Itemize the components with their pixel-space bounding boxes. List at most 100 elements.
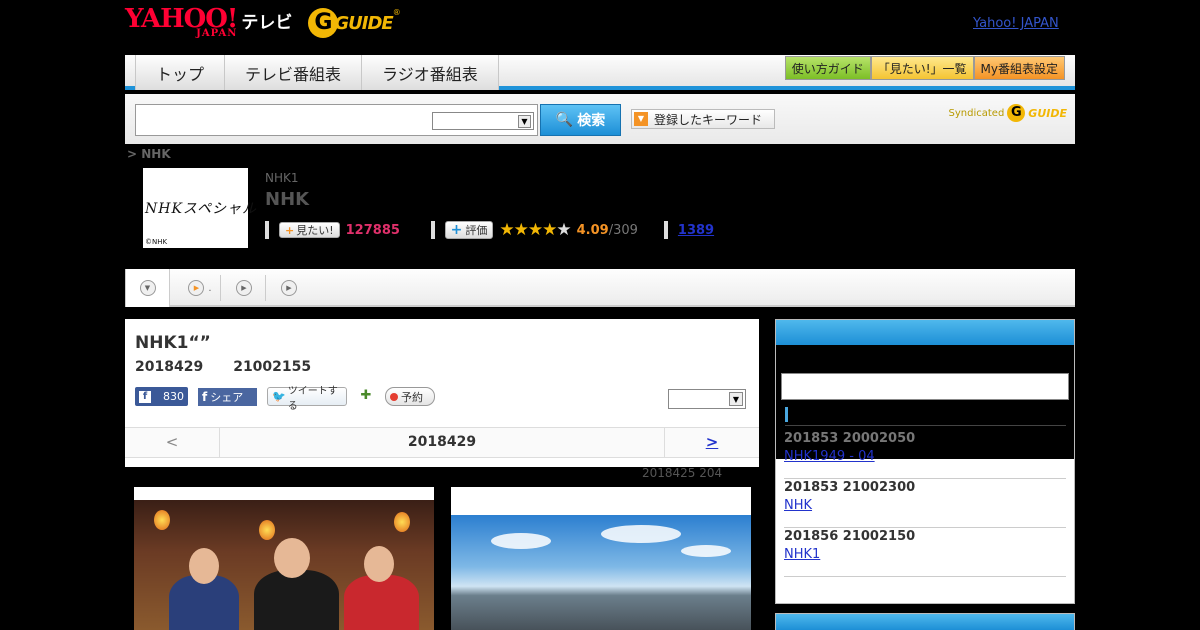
person-face (274, 538, 310, 578)
entry-link[interactable]: NHK1 (784, 547, 820, 562)
yahoo-japan-logo[interactable]: YAHOO! JAPAN (125, 6, 238, 39)
divider (265, 221, 269, 239)
rating-value: 4.09 (576, 222, 609, 238)
record-dot-icon (390, 392, 398, 401)
twitter-bird-icon: 🐦 (272, 390, 286, 403)
sidebar-header (776, 320, 1074, 345)
sidebar-second-header (775, 613, 1075, 630)
entry-link[interactable]: NHK1949 - 04 (784, 449, 875, 464)
entry-link[interactable]: NHK (784, 498, 812, 513)
rating-stars: ★★★★★ (499, 220, 571, 240)
mitai-button[interactable]: + 見たい! (279, 222, 340, 238)
arrow-down-icon: ▼ (634, 112, 648, 126)
search-category-select[interactable]: ▼ (432, 112, 534, 130)
search-icon: 🔍 (555, 112, 574, 128)
entry-date: 201856 21002150 (784, 529, 916, 544)
next-date-link[interactable]: > (706, 433, 719, 451)
cloud-shape (681, 545, 731, 557)
chevron-down-icon: ▼ (139, 280, 156, 296)
tab-tv-schedule[interactable]: テレビ番組表 (224, 55, 362, 90)
rate-button[interactable]: + 評価 (444, 221, 494, 239)
syndicated-text: Syndicated (948, 107, 1005, 119)
record-reserve-button[interactable]: 予約 (385, 387, 435, 406)
facebook-like-button[interactable]: f 830 (135, 387, 188, 406)
person-face (189, 548, 219, 584)
facebook-icon: f (202, 389, 208, 404)
divider (785, 425, 1066, 426)
facebook-share-button[interactable]: f シェア (198, 387, 257, 406)
tab-top[interactable]: トップ (135, 55, 225, 90)
subtab-overview[interactable]: ▼ (125, 269, 170, 307)
program-photo-city[interactable] (451, 487, 751, 630)
star-empty-icon: ★ (556, 220, 571, 240)
prev-date-button[interactable]: < (125, 428, 220, 457)
reserve-label: 予約 (401, 390, 423, 404)
update-timestamp: 2018425 204 (642, 466, 723, 480)
mitai-label: 見たい! (296, 224, 334, 237)
play-icon: ▶ (236, 280, 252, 296)
divider (663, 221, 668, 239)
facebook-share-label: シェア (210, 390, 244, 404)
person-figure (344, 575, 419, 630)
subtab-reviews[interactable]: ▶ (268, 269, 310, 307)
card-option-select[interactable]: ▼ (668, 389, 746, 409)
mitai-count: 127885 (345, 222, 400, 238)
rating-count: /309 (608, 222, 638, 238)
search-button[interactable]: 🔍 検索 (540, 104, 621, 136)
facebook-icon: f (139, 390, 151, 403)
usage-guide-button[interactable]: 使い方ガイド (784, 56, 871, 80)
person-face (364, 546, 394, 582)
star-icon: ★ (527, 220, 543, 240)
city-aerial-image (451, 515, 751, 630)
broadcast-date: 2018429 (135, 359, 204, 375)
play-icon: ▶ (281, 280, 297, 296)
add-calendar-icon[interactable]: ✚ (357, 388, 375, 406)
main-nav: トップ テレビ番組表 ラジオ番組表 使い方ガイド 「見たい!」一覧 My番組表設… (125, 55, 1075, 90)
program-thumbnail: NHKスペシャル ©NHK (143, 168, 256, 248)
search-bar: ▼ 🔍 検索 ▼ 登録したキーワード Syndicated G GUIDE (125, 94, 1075, 144)
divider (430, 221, 435, 239)
gguide-logo[interactable]: G GUIDE ® (308, 8, 401, 38)
yahoo-japan-link[interactable]: Yahoo! JAPAN (973, 16, 1059, 31)
syndicated-gguide-logo: Syndicated G GUIDE (949, 104, 1067, 122)
broadcast-list: 201853 20002050 NHK1949 - 04 201853 2100… (784, 430, 1066, 577)
review-count-link[interactable]: 1389 (678, 223, 714, 238)
search-button-label: 検索 (577, 113, 606, 129)
plus-icon: + (450, 222, 463, 238)
sidebar-other-broadcasts: 201853 20002050 NHK1949 - 04 201853 2100… (775, 319, 1075, 604)
next-date-button[interactable]: > (664, 428, 759, 457)
my-schedule-settings-button[interactable]: My番組表設定 (973, 56, 1065, 80)
subtab-episodes[interactable]: ▶ . (180, 269, 220, 307)
sidebar-input[interactable] (781, 373, 1069, 400)
program-photo-cast[interactable] (134, 487, 434, 630)
entry-date: 201853 20002050 (784, 431, 916, 446)
breadcrumb: > NHK (127, 147, 171, 161)
lantern-decoration (259, 520, 275, 540)
broadcast-title: NHK1“” (135, 333, 211, 353)
lantern-decoration (394, 512, 410, 532)
tweet-button[interactable]: 🐦 ツイートする (267, 386, 347, 412)
date-navigator: < 2018429 > (125, 427, 759, 458)
tab-radio-schedule[interactable]: ラジオ番組表 (361, 55, 499, 90)
mitai-list-button[interactable]: 「見たい!」一覧 (870, 56, 974, 80)
thumbnail-copyright: ©NHK (145, 238, 168, 246)
plus-icon: + (285, 223, 295, 237)
current-date: 2018429 (407, 434, 477, 450)
program-title: NHK (265, 189, 310, 210)
gguide-g-mark-small: G (1007, 104, 1026, 122)
saved-keywords-button[interactable]: ▼ 登録したキーワード (631, 109, 775, 129)
star-icon: ★ (499, 220, 514, 240)
cast-scene-image (134, 500, 434, 630)
section-marker (785, 407, 788, 422)
tweet-label: ツイートする (287, 385, 338, 412)
subtab-cast[interactable]: ▶ (223, 269, 265, 307)
yahoo-japan-text: JAPAN (196, 28, 238, 39)
gguide-text: GUIDE (334, 12, 393, 34)
star-icon: ★ (542, 220, 557, 240)
chevron-down-icon: ▼ (729, 392, 743, 406)
divider (220, 275, 221, 301)
saved-keywords-label: 登録したキーワード (654, 112, 763, 127)
facebook-like-count: 830 (163, 390, 184, 403)
subtab-dot: . (208, 282, 212, 294)
cloud-shape (491, 533, 551, 549)
